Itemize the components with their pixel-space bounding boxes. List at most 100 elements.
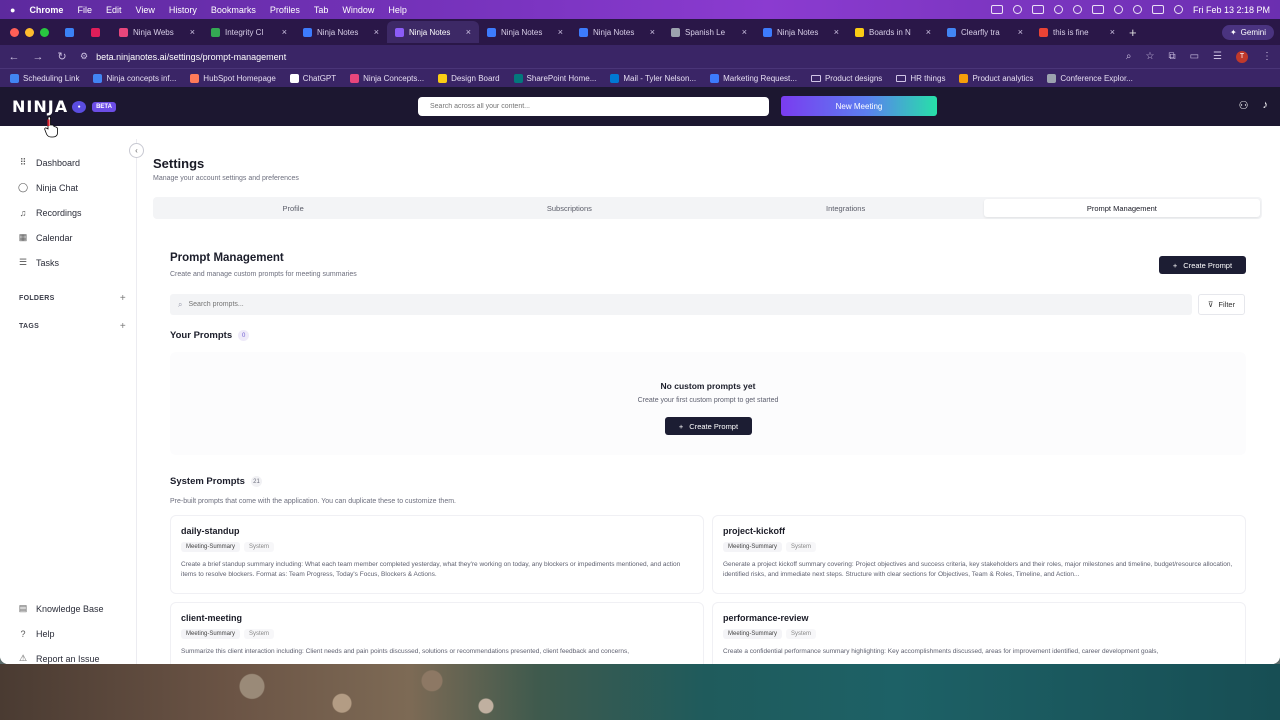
close-tab-icon[interactable]: × bbox=[466, 27, 471, 37]
siri-icon[interactable] bbox=[1173, 5, 1183, 14]
bookmark-item[interactable]: Conference Explor... bbox=[1047, 73, 1133, 83]
apple-menu-icon[interactable]: ● bbox=[10, 5, 15, 15]
close-tab-icon[interactable]: × bbox=[374, 27, 379, 37]
menu-history[interactable]: History bbox=[169, 5, 197, 15]
side-panel-icon[interactable]: ▭ bbox=[1190, 51, 1199, 62]
sidebar-item-help[interactable]: ? Help bbox=[0, 621, 137, 646]
collapse-sidebar-button[interactable]: ‹ bbox=[129, 143, 144, 158]
notifications-bell-icon[interactable]: ♪ bbox=[1263, 99, 1269, 112]
extensions-icon[interactable]: ⧉ bbox=[1168, 51, 1175, 62]
global-search-input[interactable] bbox=[430, 103, 769, 110]
bookmark-item[interactable]: Mail - Tyler Nelson... bbox=[610, 73, 696, 83]
user-profile-icon[interactable]: ⚇ bbox=[1239, 99, 1249, 112]
new-tab-button[interactable]: + bbox=[1129, 25, 1137, 40]
cloud-icon[interactable] bbox=[1053, 5, 1063, 14]
tab-profile[interactable]: Profile bbox=[155, 199, 431, 217]
maximize-window-icon[interactable] bbox=[40, 27, 49, 37]
menu-view[interactable]: View bbox=[135, 5, 154, 15]
sidebar-item-tasks[interactable]: ☰ Tasks bbox=[0, 250, 136, 275]
close-tab-icon[interactable]: × bbox=[742, 27, 747, 37]
ninja-logo[interactable]: NINJA bbox=[12, 97, 68, 116]
forward-arrow-icon[interactable]: → bbox=[32, 51, 44, 63]
bookmark-item[interactable]: Ninja concepts inf... bbox=[93, 73, 176, 83]
close-window-icon[interactable] bbox=[10, 27, 19, 37]
menu-file[interactable]: File bbox=[77, 5, 92, 15]
bookmark-item[interactable]: SharePoint Home... bbox=[513, 73, 596, 83]
browser-tab[interactable]: Ninja Notes × bbox=[479, 21, 571, 43]
prompt-search-input[interactable] bbox=[188, 301, 1192, 308]
filter-button[interactable]: ⊽ Filter bbox=[1198, 294, 1245, 315]
tab-search-icon[interactable]: ☰ bbox=[1213, 51, 1222, 62]
browser-tab[interactable]: Ninja Webs × bbox=[111, 21, 203, 43]
prompt-card[interactable]: project-kickoff Meeting-Summary System Ge… bbox=[712, 515, 1246, 594]
create-prompt-button[interactable]: + Create Prompt bbox=[1159, 256, 1246, 274]
bookmark-star-icon[interactable]: ☆ bbox=[1145, 51, 1154, 62]
sidebar-item-ninja-chat[interactable]: ◯ Ninja Chat bbox=[0, 175, 136, 200]
close-tab-icon[interactable]: × bbox=[1018, 27, 1023, 37]
browser-tab[interactable]: Ninja Notes × bbox=[387, 21, 479, 43]
new-meeting-button[interactable]: New Meeting bbox=[781, 96, 937, 116]
sidebar-item-calendar[interactable]: ▦ Calendar bbox=[0, 225, 136, 250]
add-tag-icon[interactable]: + bbox=[120, 321, 126, 332]
bookmark-item[interactable]: HR things bbox=[896, 74, 945, 83]
prompt-card[interactable]: daily-standup Meeting-Summary System Crea… bbox=[170, 515, 704, 594]
close-tab-icon[interactable]: × bbox=[926, 27, 931, 37]
browser-tab[interactable]: Integrity Cl × bbox=[203, 21, 295, 43]
browser-tab[interactable]: Spanish Le × bbox=[663, 21, 755, 43]
close-tab-icon[interactable]: × bbox=[834, 27, 839, 37]
global-search[interactable] bbox=[418, 97, 769, 116]
bookmark-item[interactable]: Product analytics bbox=[959, 73, 1033, 83]
sidebar-item-recordings[interactable]: ♫ Recordings bbox=[0, 200, 136, 225]
close-tab-icon[interactable]: × bbox=[558, 27, 563, 37]
chrome-menu-icon[interactable]: ⋮ bbox=[1262, 51, 1272, 62]
bookmark-item[interactable]: Ninja Concepts... bbox=[350, 73, 424, 83]
browser-tab[interactable]: Clearfly tra × bbox=[939, 21, 1031, 43]
zoom-icon[interactable]: ⌕ bbox=[1126, 51, 1132, 62]
browser-tab[interactable]: Ninja Notes × bbox=[295, 21, 387, 43]
screen-record-icon[interactable] bbox=[990, 5, 1003, 14]
empty-create-prompt-button[interactable]: + Create Prompt bbox=[665, 417, 752, 435]
menu-chrome[interactable]: Chrome bbox=[29, 5, 63, 15]
menu-help[interactable]: Help bbox=[388, 5, 407, 15]
url-field[interactable]: ⚙ beta.ninjanotes.ai/settings/prompt-man… bbox=[80, 48, 1114, 65]
add-folder-icon[interactable]: + bbox=[120, 293, 126, 304]
bookmark-item[interactable]: HubSpot Homepage bbox=[190, 73, 276, 83]
menubar-clock[interactable]: Fri Feb 13 2:18 PM bbox=[1193, 5, 1270, 15]
browser-tab[interactable]: Ninja Notes × bbox=[755, 21, 847, 43]
close-tab-icon[interactable]: × bbox=[282, 27, 287, 37]
browser-tab[interactable] bbox=[85, 21, 111, 43]
moon-icon[interactable] bbox=[1072, 5, 1082, 14]
spotlight-icon[interactable] bbox=[1132, 5, 1142, 14]
profile-avatar[interactable]: T bbox=[1236, 50, 1248, 63]
tab-prompt-management[interactable]: Prompt Management bbox=[983, 199, 1260, 217]
bookmark-item[interactable]: Marketing Request... bbox=[710, 73, 797, 83]
prompt-search[interactable]: ⌕ bbox=[170, 294, 1192, 315]
wifi-icon[interactable] bbox=[1113, 5, 1123, 14]
browser-tab[interactable] bbox=[59, 21, 85, 43]
bookmark-item[interactable]: Design Board bbox=[438, 73, 500, 83]
close-tab-icon[interactable]: × bbox=[190, 27, 195, 37]
browser-tab[interactable]: this is fine × bbox=[1031, 21, 1123, 43]
bluetooth-icon[interactable] bbox=[1012, 5, 1022, 14]
control-center-icon[interactable] bbox=[1151, 5, 1164, 14]
minimize-window-icon[interactable] bbox=[25, 27, 34, 37]
close-tab-icon[interactable]: × bbox=[650, 27, 655, 37]
prompt-card[interactable]: performance-review Meeting-Summary System… bbox=[712, 602, 1246, 664]
back-arrow-icon[interactable]: ← bbox=[8, 51, 20, 63]
menu-edit[interactable]: Edit bbox=[106, 5, 122, 15]
sidebar-item-dashboard[interactable]: ⠿ Dashboard bbox=[0, 150, 136, 175]
menu-profiles[interactable]: Profiles bbox=[270, 5, 300, 15]
sidebar-item-report-issue[interactable]: ⚠ Report an Issue bbox=[0, 646, 137, 664]
menu-tab[interactable]: Tab bbox=[314, 5, 329, 15]
gemini-button[interactable]: ✦ Gemini bbox=[1221, 24, 1274, 40]
site-settings-icon[interactable]: ⚙ bbox=[80, 51, 88, 62]
app-status-icon[interactable] bbox=[1031, 5, 1044, 14]
sidebar-item-knowledge-base[interactable]: ▤ Knowledge Base bbox=[0, 596, 137, 621]
menu-bookmarks[interactable]: Bookmarks bbox=[211, 5, 256, 15]
tab-integrations[interactable]: Integrations bbox=[708, 199, 984, 217]
browser-tab[interactable]: Boards in N × bbox=[847, 21, 939, 43]
prompt-card[interactable]: client-meeting Meeting-Summary System Sum… bbox=[170, 602, 704, 664]
bookmark-item[interactable]: ChatGPT bbox=[289, 73, 336, 83]
reload-icon[interactable]: ↻ bbox=[56, 50, 68, 63]
bookmark-item[interactable]: Scheduling Link bbox=[10, 73, 79, 83]
